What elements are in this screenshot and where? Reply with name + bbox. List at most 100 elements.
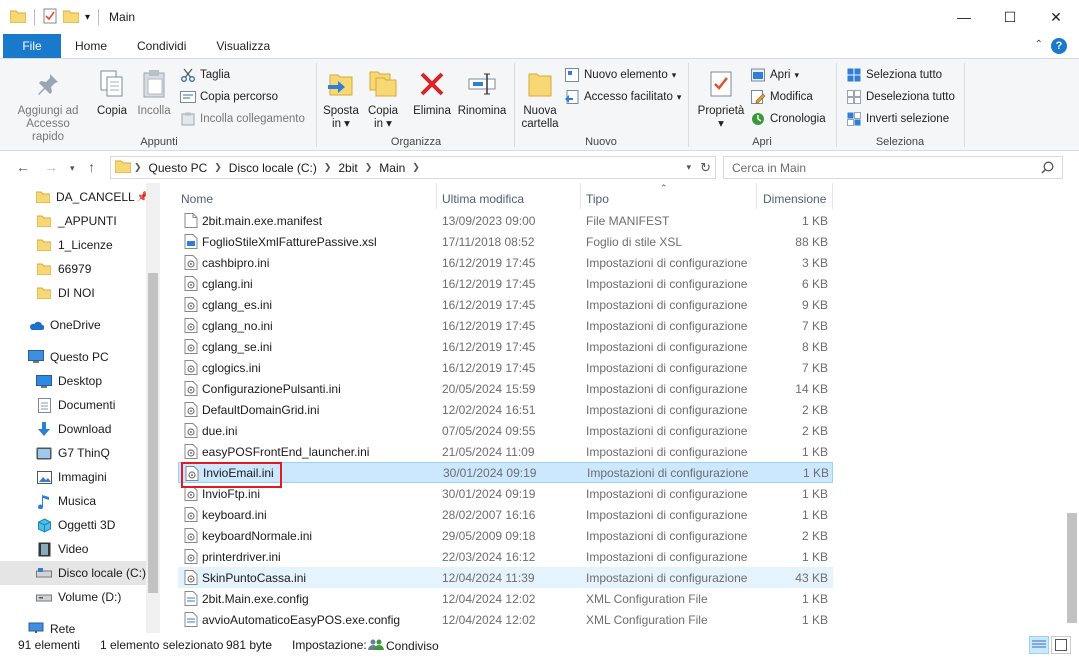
file-row[interactable]: 2bit.main.exe.manifest 13/09/2023 09:00 Fi… <box>178 210 833 231</box>
copy-to-button[interactable]: Copia in ▾ <box>364 67 402 131</box>
move-to-button[interactable]: Sposta in ▾ <box>322 67 360 131</box>
nav-item-download[interactable]: Download <box>0 417 146 441</box>
nav-item-video[interactable]: Video <box>0 537 146 561</box>
file-row[interactable]: keyboard.ini 28/02/2007 16:16 Impostazioni… <box>178 504 833 525</box>
new-folder-button[interactable]: Nuova cartella <box>518 67 562 131</box>
nav-item-g7-thinq[interactable]: G7 ThinQ <box>0 441 146 465</box>
cut-button[interactable]: Taglia <box>180 67 230 83</box>
nav-item-musica[interactable]: Musica <box>0 489 146 513</box>
breadcrumb-2bit[interactable]: 2bit <box>338 161 357 175</box>
address-dropdown-icon[interactable]: ▾ <box>686 162 691 173</box>
column-header-size[interactable]: Dimensione <box>763 189 826 209</box>
file-row[interactable]: FoglioStileXmlFatturePassive.xsl 17/11/20… <box>178 231 833 252</box>
pin-quick-access-button[interactable]: Aggiungi ad Accesso rapido <box>10 67 86 144</box>
nav-scrollbar[interactable] <box>146 183 160 633</box>
file-row[interactable]: avvioAutomaticoEasyPOS.exe.config 12/04/2… <box>178 609 833 630</box>
file-row[interactable]: cashbipro.ini 16/12/2019 17:45 Impostazion… <box>178 252 833 273</box>
group-appunti: Aggiungi ad Accesso rapido Copia Incolla… <box>0 59 318 151</box>
nav-item-66979[interactable]: 66979 <box>0 257 146 281</box>
recent-locations-icon[interactable]: ▾ <box>70 163 75 174</box>
copy-path-button[interactable]: Copia percorso <box>180 89 278 105</box>
tab-file[interactable]: File <box>3 34 61 58</box>
paste-button[interactable]: Incolla <box>134 67 174 118</box>
column-header-date[interactable]: Ultima modifica <box>442 189 524 209</box>
paste-shortcut-icon <box>180 111 196 127</box>
address-bar[interactable]: ❯ Questo PC ❯ Disco locale (C:) ❯ 2bit ❯… <box>110 156 716 179</box>
nav-item-da-cancell[interactable]: DA_CANCELL 📌 <box>0 185 149 209</box>
ini-file-icon <box>184 297 198 312</box>
nav-scrollbar-thumb[interactable] <box>148 273 158 593</box>
edit-button[interactable]: Modifica <box>750 89 813 105</box>
file-row[interactable]: 2bit.Main.exe.config 12/04/2024 12:02 XML … <box>178 588 833 609</box>
file-row[interactable]: easyPOSFrontEnd_launcher.ini 21/05/2024 1… <box>178 441 833 462</box>
nav-item-questo-pc[interactable]: Questo PC <box>0 345 146 369</box>
rename-button[interactable]: Rinomina <box>456 67 508 118</box>
nav-item-volume-d[interactable]: Volume (D:) <box>0 585 146 609</box>
refresh-icon[interactable]: ↻ <box>700 160 711 176</box>
history-button[interactable]: Cronologia <box>750 111 826 127</box>
nav-item-appunti[interactable]: _APPUNTI <box>0 209 146 233</box>
nav-item-oggetti-3d[interactable]: Oggetti 3D <box>0 513 146 537</box>
nav-item-immagini[interactable]: Immagini <box>0 465 146 489</box>
deselect-all-button[interactable]: Deseleziona tutto <box>846 89 955 105</box>
column-header-type[interactable]: Tipo <box>586 189 609 209</box>
search-input[interactable]: Cerca in Main <box>723 156 1063 179</box>
properties-button[interactable]: Proprietà ▾ <box>694 67 748 131</box>
nav-item-onedrive[interactable]: OneDrive <box>0 313 146 337</box>
invert-selection-button[interactable]: Inverti selezione <box>846 111 949 127</box>
file-list-scrollbar[interactable] <box>1065 183 1079 633</box>
maximize-button[interactable]: ☐ <box>987 0 1033 34</box>
large-icons-view-button[interactable] <box>1051 636 1071 654</box>
select-all-button[interactable]: Seleziona tutto <box>846 67 942 83</box>
new-item-button[interactable]: Nuovo elemento ▾ <box>564 67 676 83</box>
back-arrow-icon[interactable]: ← <box>16 159 30 175</box>
status-item-count: 91 elementi <box>18 638 81 652</box>
nav-item-di-noi[interactable]: DI NOI <box>0 281 146 305</box>
file-date: 28/02/2007 16:16 <box>442 507 536 522</box>
file-row[interactable]: cglang_es.ini 16/12/2019 17:45 Impostazion… <box>178 294 833 315</box>
status-selected: 1 elemento selezionato <box>100 638 224 652</box>
help-icon[interactable]: ? <box>1051 38 1067 54</box>
copy-button[interactable]: Copia <box>94 67 130 118</box>
new-folder-quick-icon[interactable] <box>62 9 80 26</box>
collapse-ribbon-icon[interactable]: ⌃ <box>1035 39 1043 50</box>
file-list-scrollbar-thumb[interactable] <box>1067 513 1077 623</box>
breadcrumb-main[interactable]: Main <box>379 161 405 175</box>
properties-quick-icon[interactable] <box>43 8 57 27</box>
nav-item-licenze[interactable]: 1_Licenze <box>0 233 146 257</box>
close-button[interactable]: ✕ <box>1033 0 1079 34</box>
file-row[interactable]: due.ini 07/05/2024 09:55 Impostazioni di c… <box>178 420 833 441</box>
nav-item-disco-c[interactable]: Disco locale (C:) <box>0 561 146 585</box>
open-icon <box>750 67 766 83</box>
nav-item-documenti[interactable]: Documenti <box>0 393 146 417</box>
forward-arrow-icon[interactable]: → <box>44 159 58 175</box>
nav-item-rete[interactable]: Rete <box>0 617 146 633</box>
file-type: Impostazioni di configurazione <box>586 507 748 522</box>
up-arrow-icon[interactable]: ↑ <box>88 159 95 175</box>
easy-access-button[interactable]: Accesso facilitato ▾ <box>564 89 681 105</box>
tab-condividi[interactable]: Condividi <box>121 34 200 58</box>
file-row[interactable]: cglang_se.ini 16/12/2019 17:45 Impostazion… <box>178 336 833 357</box>
file-row[interactable]: printerdriver.ini 22/03/2024 16:12 Imposta… <box>178 546 833 567</box>
open-button[interactable]: Apri ▾ <box>750 67 799 83</box>
file-row[interactable]: keyboardNormale.ini 29/05/2009 09:18 Impos… <box>178 525 833 546</box>
customize-quick-access-icon[interactable]: ▾ <box>85 12 90 23</box>
file-size: 3 KB <box>801 255 828 270</box>
breadcrumb-questo-pc[interactable]: Questo PC <box>149 161 208 175</box>
file-row[interactable]: cglang.ini 16/12/2019 17:45 Impostazioni d… <box>178 273 833 294</box>
file-row[interactable]: DefaultDomainGrid.ini 12/02/2024 16:51 Imp… <box>178 399 833 420</box>
tab-home[interactable]: Home <box>61 34 121 58</box>
nav-item-desktop[interactable]: Desktop <box>0 369 146 393</box>
file-row[interactable]: cglang_no.ini 16/12/2019 17:45 Impostazion… <box>178 315 833 336</box>
details-view-button[interactable] <box>1029 636 1049 654</box>
paste-shortcut-button[interactable]: Incolla collegamento <box>180 111 305 127</box>
file-row[interactable]: cglogics.ini 16/12/2019 17:45 Impostazioni… <box>178 357 833 378</box>
file-row[interactable]: ConfigurazionePulsanti.ini 20/05/2024 15:… <box>178 378 833 399</box>
minimize-button[interactable]: — <box>941 0 987 34</box>
breadcrumb-disco-c[interactable]: Disco locale (C:) <box>229 161 317 175</box>
delete-button[interactable]: Elimina <box>410 67 454 118</box>
ini-file-icon <box>184 402 198 417</box>
tab-visualizza[interactable]: Visualizza <box>200 34 284 58</box>
column-header-name[interactable]: Nome <box>181 189 213 209</box>
file-row[interactable]: SkinPuntoCassa.ini 12/04/2024 11:39 Impost… <box>178 567 833 588</box>
